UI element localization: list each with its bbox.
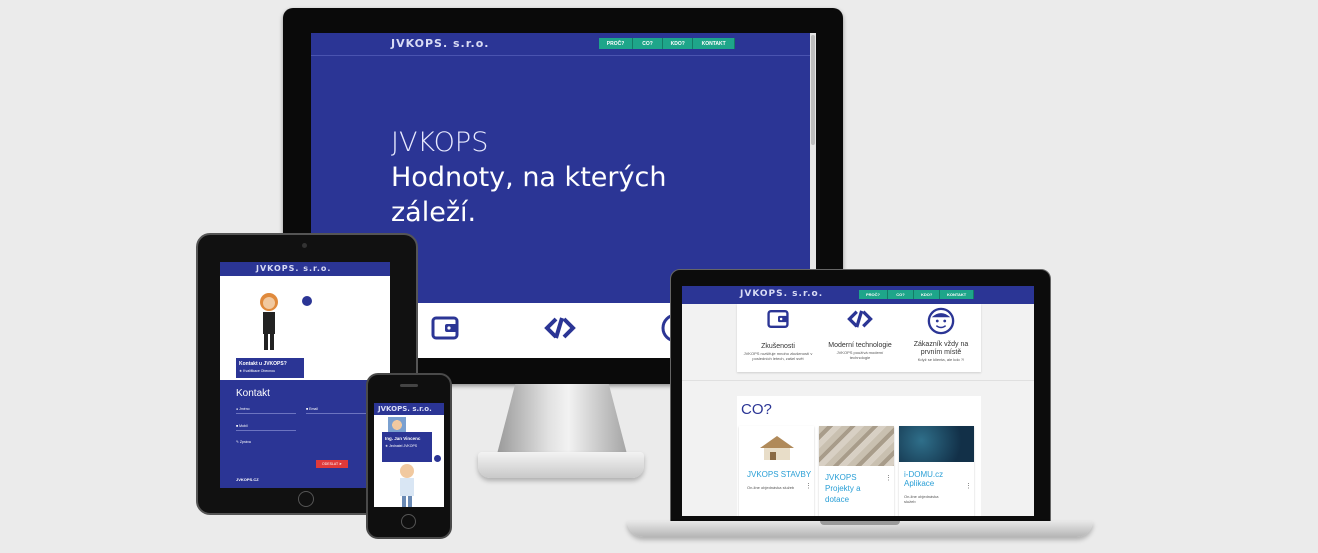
- tablet-camera: [302, 243, 307, 248]
- feature-text: JVKOPS používá moderní technologie: [836, 350, 884, 360]
- phone-speaker: [400, 384, 418, 387]
- laptop: JVKOPS. s.r.o. PROČ? CO? KDO? KONTAKT Zk…: [670, 269, 1051, 523]
- service-card[interactable]: i-DOMU.cz Aplikace ⋮ On-line objednávka …: [899, 426, 974, 516]
- face-icon: [927, 307, 955, 340]
- message-field[interactable]: ✎ Zpráva: [236, 440, 296, 444]
- phone-field[interactable]: ■ Mobil: [236, 424, 296, 431]
- email-field[interactable]: ■ Email: [306, 407, 366, 414]
- phone-person-figure: [394, 463, 420, 507]
- more-icon[interactable]: ⋮: [805, 482, 812, 490]
- person-avatar: [254, 290, 284, 357]
- send-button[interactable]: ODESLAT ➤: [316, 460, 348, 468]
- features-card: Zkušenosti JVKOPS rozšiřuje mnoho zkušen…: [737, 304, 981, 372]
- feature-title: Moderní technologie: [828, 342, 892, 349]
- feature-customer: Zákazník vždy na prvním místě Když se kl…: [901, 304, 981, 362]
- service-card-sub: On-line objednávka služeb: [904, 494, 939, 504]
- phone-avatar-top: [388, 417, 406, 433]
- app-image: [899, 426, 974, 462]
- feature-title: Zákazník vždy na prvním místě: [913, 341, 969, 356]
- laptop-nav-menu: PROČ? CO? KDO? KONTAKT: [859, 290, 974, 299]
- co-heading: CO?: [741, 401, 772, 418]
- laptop-nav-kontakt[interactable]: KONTAKT: [940, 290, 974, 299]
- contact-section: Kontakt ● Jméno ■ Email ■ Mobil ✎ Zpráva…: [220, 380, 390, 488]
- laptop-notch: [820, 521, 900, 525]
- phone-site-header: JVKOPS. s.r.o.: [374, 403, 444, 415]
- service-card-sub: On-line objednávka služeb: [747, 485, 795, 490]
- phone-brand-logo[interactable]: JVKOPS. s.r.o.: [378, 405, 432, 413]
- tablet-home-button[interactable]: [298, 491, 314, 507]
- code-icon: [847, 309, 873, 334]
- mail-icon: ■: [306, 407, 309, 411]
- person-sub: ★ Kvalifikace Obecnou: [239, 369, 276, 373]
- more-icon[interactable]: ⋮: [965, 482, 972, 490]
- person-label: Kontakt u JVKOPS?: [239, 361, 287, 367]
- service-card[interactable]: JVKOPS STAVBY ⋮ On-line objednávka služe…: [739, 426, 814, 516]
- site-header: JVKOPS. s.r.o. PROČ? CO? KDO? KONTAKT: [311, 33, 816, 56]
- phone-home-button[interactable]: [401, 514, 416, 529]
- tablet-site-header: JVKOPS. s.r.o.: [220, 262, 390, 276]
- wallet-icon: [431, 315, 459, 346]
- service-card-title[interactable]: JVKOPS Projekty a dotace: [825, 472, 880, 505]
- more-icon[interactable]: ⋮: [885, 474, 892, 482]
- hero-line-1: JVKOPS: [391, 127, 489, 158]
- phone-person-name: Ing. Jan Vincenc: [385, 436, 421, 441]
- tablet-brand-logo[interactable]: JVKOPS. s.r.o.: [256, 264, 331, 273]
- feature-experience: Zkušenosti JVKOPS rozšiřuje mnoho zkušen…: [737, 304, 819, 362]
- monitor-stand: [497, 384, 627, 454]
- laptop-nav-proc[interactable]: PROČ?: [859, 290, 888, 299]
- laptop-nav-kdo[interactable]: KDO?: [914, 290, 941, 299]
- footer-text: JVKOPS.CZ: [236, 477, 259, 482]
- service-card-title[interactable]: i-DOMU.cz Aplikace: [904, 470, 974, 488]
- hero-title: JVKOPS Hodnoty, na kterých záleží.: [391, 125, 666, 230]
- nav-item-kdo[interactable]: KDO?: [663, 38, 694, 49]
- section-divider: [682, 380, 1034, 381]
- laptop-site-header: JVKOPS. s.r.o. PROČ? CO? KDO? KONTAKT: [682, 286, 1034, 304]
- feature-technology: Moderní technologie JVKOPS používá moder…: [819, 304, 901, 361]
- person-label-box: Kontakt u JVKOPS? ★ Kvalifikace Obecnou: [236, 358, 304, 378]
- chat-icon[interactable]: [302, 296, 312, 306]
- person-card: Kontakt u JVKOPS? ★ Kvalifikace Obecnou: [236, 276, 370, 381]
- feature-title: Zkušenosti: [761, 343, 795, 350]
- phone-person-role: ★ Jednatel JVKOPS: [385, 444, 418, 448]
- nav-menu: PROČ? CO? KDO? KONTAKT: [599, 38, 736, 49]
- wallet-icon: [767, 308, 789, 335]
- phone-person-box: Ing. Jan Vincenc ★ Jednatel JVKOPS: [382, 432, 432, 462]
- tablet-screen: JVKOPS. s.r.o. Kontakt u JVKOPS? ★ Kvali…: [220, 262, 390, 488]
- money-image: [819, 426, 894, 466]
- hero-line-2: Hodnoty, na kterých: [391, 162, 667, 193]
- contact-heading: Kontakt: [236, 388, 270, 399]
- code-icon: [544, 316, 576, 345]
- name-field[interactable]: ● Jméno: [236, 407, 296, 414]
- pencil-icon: ✎: [236, 440, 239, 444]
- co-section: CO? JVKOPS STAVBY ⋮ On-line objednávka s…: [737, 396, 981, 516]
- hero-line-3: záleží.: [391, 197, 477, 228]
- service-card-title[interactable]: JVKOPS STAVBY: [747, 470, 814, 479]
- phone-chat-icon[interactable]: [434, 455, 441, 462]
- feature-text: JVKOPS rozšiřuje mnoho zkušeností v posl…: [743, 351, 813, 361]
- nav-item-kontakt[interactable]: KONTAKT: [693, 38, 736, 49]
- house-model-image: [752, 432, 802, 462]
- laptop-nav-co[interactable]: CO?: [887, 290, 915, 299]
- nav-item-co[interactable]: CO?: [633, 38, 664, 49]
- phone-icon: ■: [236, 424, 239, 428]
- brand-logo[interactable]: JVKOPS. s.r.o.: [391, 37, 489, 50]
- feature-text: Když se klienta, ale kdo ?!: [917, 357, 965, 362]
- nav-item-proc[interactable]: PROČ?: [599, 38, 633, 49]
- phone-screen: JVKOPS. s.r.o. Ing. Jan Vincenc ★ Jednat…: [374, 403, 444, 507]
- service-card[interactable]: JVKOPS Projekty a dotace ⋮: [819, 426, 894, 516]
- laptop-screen: JVKOPS. s.r.o. PROČ? CO? KDO? KONTAKT Zk…: [682, 286, 1034, 516]
- monitor-base: [478, 452, 644, 478]
- phone: JVKOPS. s.r.o. Ing. Jan Vincenc ★ Jednat…: [366, 373, 452, 539]
- laptop-brand-logo[interactable]: JVKOPS. s.r.o.: [740, 289, 823, 299]
- user-icon: ●: [236, 407, 239, 411]
